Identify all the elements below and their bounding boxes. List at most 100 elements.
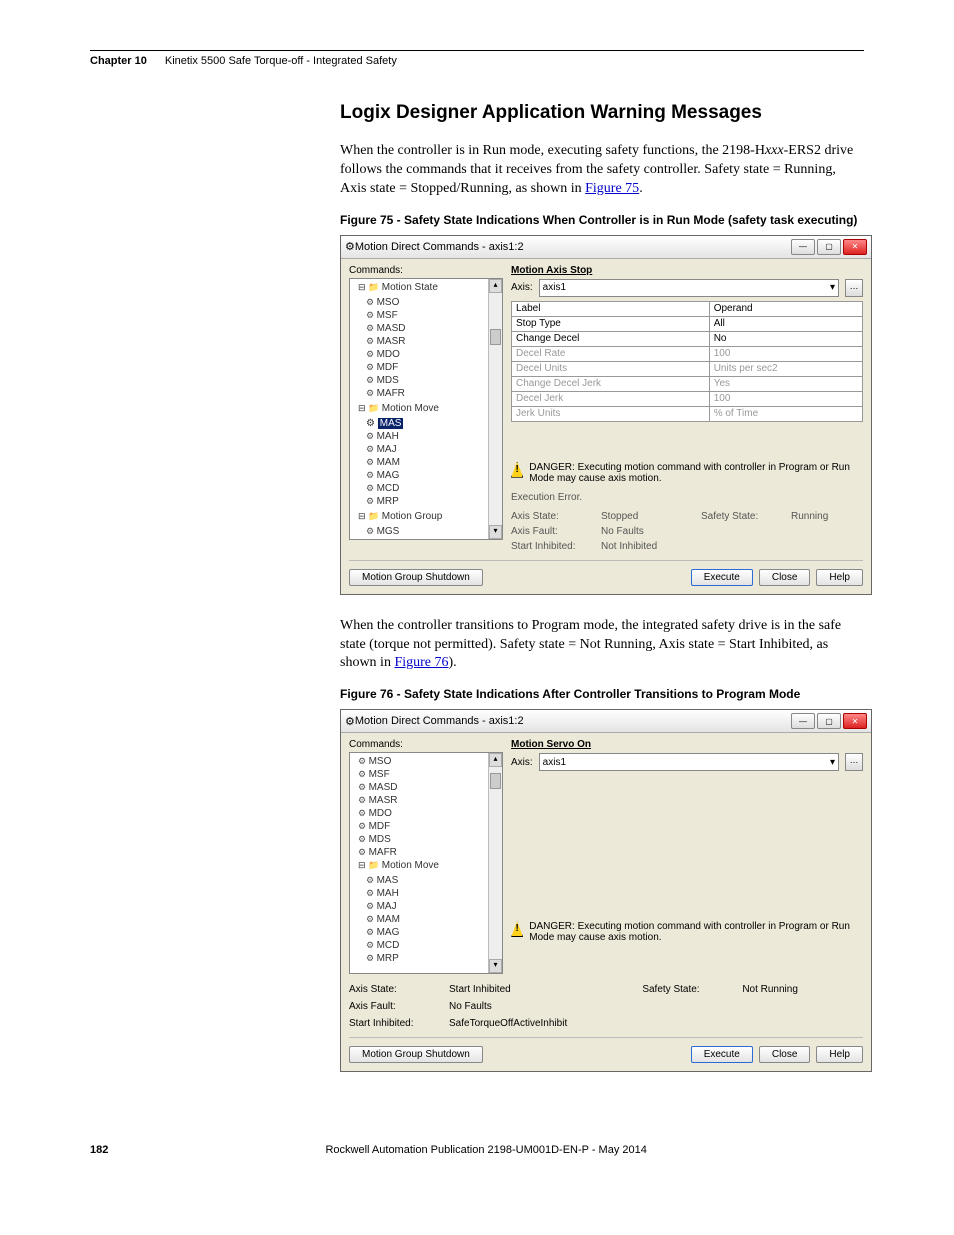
close-dialog-button[interactable]: Close — [759, 1046, 811, 1063]
scroll-down-icon[interactable]: ▾ — [489, 525, 502, 539]
tree-item[interactable]: MRP — [362, 952, 502, 965]
motion-group-shutdown-button[interactable]: Motion Group Shutdown — [349, 1046, 483, 1063]
tree-item[interactable]: MDO — [354, 807, 502, 820]
tree-item[interactable]: MGS — [362, 525, 502, 538]
minimize-button[interactable]: — — [791, 239, 815, 255]
tree-item[interactable]: MAG — [362, 469, 502, 482]
panel-heading: Motion Servo On — [511, 739, 863, 750]
tree-item[interactable]: MASD — [354, 781, 502, 794]
figure-76-link[interactable]: Figure 76 — [394, 655, 448, 670]
section-title: Logix Designer Application Warning Messa… — [340, 102, 864, 124]
scroll-up-icon[interactable]: ▴ — [489, 279, 502, 293]
tree-folder-motion-group[interactable]: Motion Group MGS MGSD MGSR MGSP MAW — [354, 510, 502, 540]
chevron-down-icon: ▾ — [830, 757, 835, 768]
tree-item[interactable]: MAG — [362, 926, 502, 939]
execute-button[interactable]: Execute — [691, 569, 753, 586]
browse-button[interactable]: … — [845, 279, 863, 297]
tree-item[interactable]: MAFR — [362, 387, 502, 400]
browse-button[interactable]: … — [845, 753, 863, 771]
tree-item[interactable]: MSO — [354, 755, 502, 768]
motion-direct-commands-dialog-2: ⚙ Motion Direct Commands - axis1:2 — ▢ ✕… — [340, 709, 872, 1072]
tree-scrollbar[interactable]: ▴ ▾ — [488, 279, 502, 539]
figure-75-caption: Figure 75 - Safety State Indications Whe… — [340, 213, 864, 227]
tree-item[interactable]: MDF — [362, 361, 502, 374]
tree-item[interactable]: MAFR — [354, 846, 502, 859]
figure-76-caption: Figure 76 - Safety State Indications Aft… — [340, 687, 864, 701]
tree-item[interactable]: MASR — [362, 335, 502, 348]
tree-item[interactable]: MCD — [362, 482, 502, 495]
scroll-thumb[interactable] — [490, 773, 501, 789]
tree-item[interactable]: MDO — [362, 348, 502, 361]
danger-warning: ! DANGER: Executing motion command with … — [511, 921, 863, 943]
tree-item[interactable]: MAH — [362, 887, 502, 900]
commands-tree[interactable]: MSO MSF MASD MASR MDO MDF MDS MAFR Motio… — [349, 752, 503, 974]
page-header: Chapter 10 Kinetix 5500 Safe Torque-off … — [90, 55, 864, 67]
tree-item[interactable]: MAJ — [362, 900, 502, 913]
warning-icon: ! — [511, 921, 523, 937]
tree-folder-motion-move[interactable]: Motion Move MAS MAH MAJ MAM MAG MCD MRP — [354, 859, 502, 967]
commands-label: Commands: — [349, 265, 503, 276]
close-button[interactable]: ✕ — [843, 713, 867, 729]
tree-item[interactable]: MASR — [354, 794, 502, 807]
tree-item[interactable]: MAH — [362, 430, 502, 443]
dialog-title: Motion Direct Commands - axis1:2 — [355, 715, 791, 727]
axis-label: Axis: — [511, 757, 533, 768]
tree-item[interactable]: MGSD — [362, 538, 502, 540]
scroll-up-icon[interactable]: ▴ — [489, 753, 502, 767]
parameter-table: LabelOperand Stop TypeAll Change DecelNo… — [511, 301, 863, 422]
chapter-label: Chapter 10 — [90, 55, 147, 67]
tree-item-selected[interactable]: ⚙ MAS — [362, 417, 502, 430]
commands-label: Commands: — [349, 739, 503, 750]
motion-group-shutdown-button[interactable]: Motion Group Shutdown — [349, 569, 483, 586]
tree-item[interactable]: MCD — [362, 939, 502, 952]
tree-item[interactable]: MAJ — [362, 443, 502, 456]
tree-item[interactable]: MAM — [362, 456, 502, 469]
tree-item[interactable]: MSF — [354, 768, 502, 781]
tree-folder-motion-move[interactable]: Motion Move ⚙ MAS MAH MAJ MAM MAG MCD MR… — [354, 402, 502, 510]
publication-id: Rockwell Automation Publication 2198-UM0… — [325, 1144, 646, 1156]
chapter-title: Kinetix 5500 Safe Torque-off - Integrate… — [165, 55, 397, 67]
intro-paragraph-1: When the controller is in Run mode, exec… — [340, 142, 864, 199]
intro-paragraph-2: When the controller transitions to Progr… — [340, 617, 864, 674]
tree-item[interactable]: MSO — [362, 296, 502, 309]
tree-scrollbar[interactable]: ▴ ▾ — [488, 753, 502, 973]
danger-warning: ! DANGER: Executing motion command with … — [511, 462, 863, 484]
maximize-button[interactable]: ▢ — [817, 239, 841, 255]
commands-tree[interactable]: Motion State MSO MSF MASD MASR MDO MDF M… — [349, 278, 503, 540]
axis-combobox[interactable]: axis1 ▾ — [539, 279, 839, 297]
tree-item[interactable]: MASD — [362, 322, 502, 335]
minimize-button[interactable]: — — [791, 713, 815, 729]
panel-heading: Motion Axis Stop — [511, 265, 863, 276]
header-rule — [90, 50, 864, 51]
tree-item[interactable]: MDS — [354, 833, 502, 846]
chevron-down-icon: ▾ — [830, 282, 835, 293]
maximize-button[interactable]: ▢ — [817, 713, 841, 729]
execute-button[interactable]: Execute — [691, 1046, 753, 1063]
scroll-thumb[interactable] — [490, 329, 501, 345]
dialog-titlebar: ⚙ Motion Direct Commands - axis1:2 — ▢ ✕ — [341, 236, 871, 259]
motion-direct-commands-dialog-1: ⚙ Motion Direct Commands - axis1:2 — ▢ ✕… — [340, 235, 872, 595]
tree-item[interactable]: MSF — [362, 309, 502, 322]
dialog-title: Motion Direct Commands - axis1:2 — [355, 241, 791, 253]
close-dialog-button[interactable]: Close — [759, 569, 811, 586]
warning-icon: ! — [511, 462, 523, 478]
axis-combobox[interactable]: axis1 ▾ — [539, 753, 839, 771]
axis-label: Axis: — [511, 282, 533, 293]
help-button[interactable]: Help — [816, 569, 863, 586]
execution-error-label: Execution Error. — [511, 492, 863, 503]
gear-icon: ⚙ — [345, 240, 355, 253]
tree-item[interactable]: MAS — [362, 874, 502, 887]
gear-icon: ⚙ — [345, 715, 355, 728]
tree-item[interactable]: MDS — [362, 374, 502, 387]
tree-item[interactable]: MRP — [362, 495, 502, 508]
page-number: 182 — [90, 1144, 108, 1156]
scroll-down-icon[interactable]: ▾ — [489, 959, 502, 973]
dialog-titlebar: ⚙ Motion Direct Commands - axis1:2 — ▢ ✕ — [341, 710, 871, 733]
tree-folder-motion-state[interactable]: Motion State MSO MSF MASD MASR MDO MDF M… — [354, 281, 502, 402]
close-button[interactable]: ✕ — [843, 239, 867, 255]
tree-item[interactable]: MDF — [354, 820, 502, 833]
figure-75-link[interactable]: Figure 75 — [585, 181, 639, 196]
page-footer: 182 Rockwell Automation Publication 2198… — [0, 1124, 954, 1186]
help-button[interactable]: Help — [816, 1046, 863, 1063]
tree-item[interactable]: MAM — [362, 913, 502, 926]
